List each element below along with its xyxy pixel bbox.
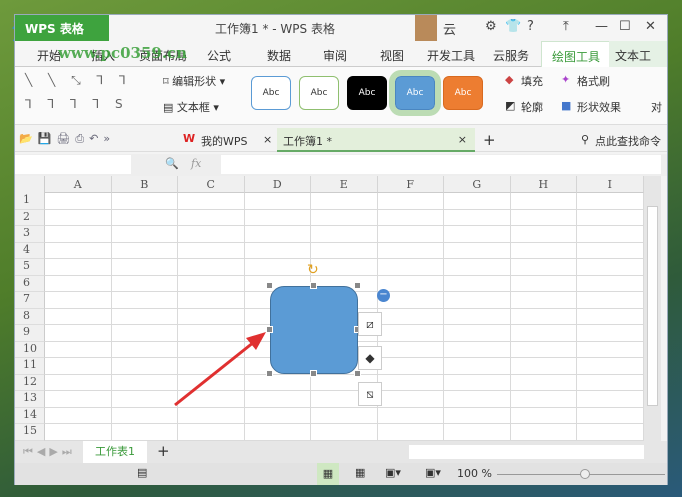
red-arrow-annotation xyxy=(174,332,266,407)
watermark-url: www.pc0359.cn xyxy=(58,44,188,62)
